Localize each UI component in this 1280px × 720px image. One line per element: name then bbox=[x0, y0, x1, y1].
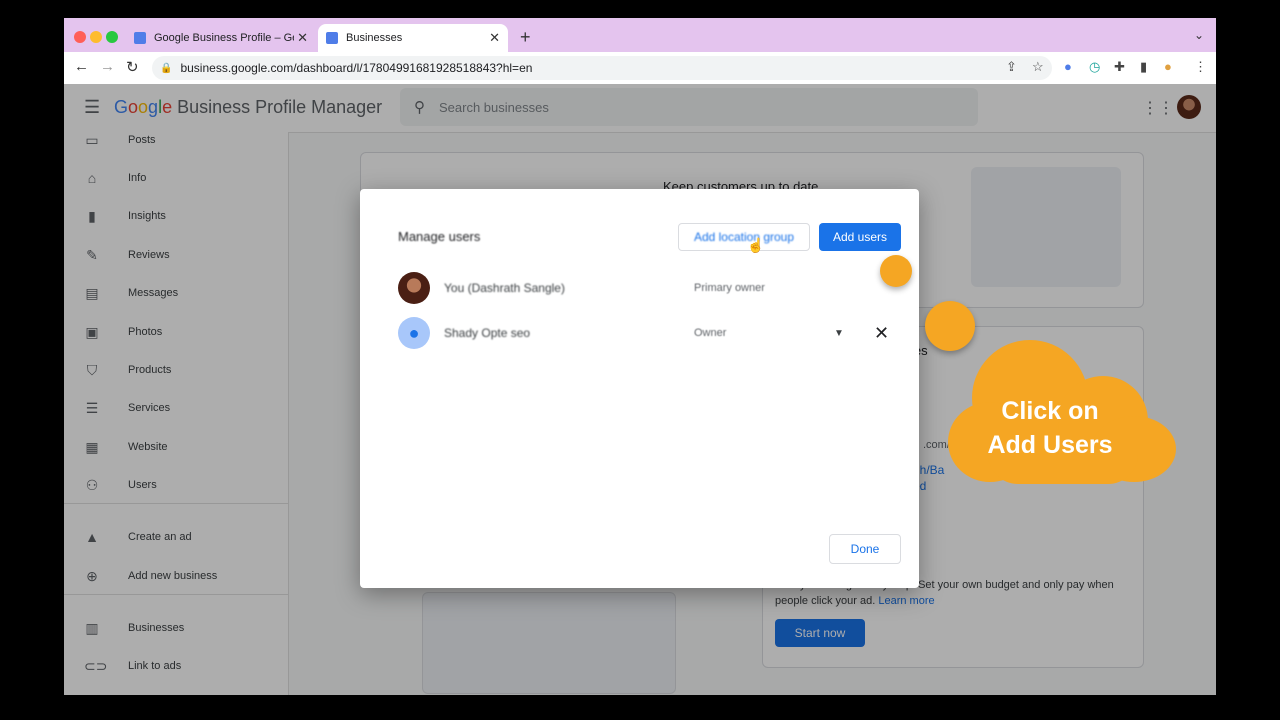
tab-title: Google Business Profile – Get l bbox=[154, 32, 294, 44]
close-tab-icon[interactable]: ✕ bbox=[489, 30, 500, 46]
manage-users-dialog: Manage users Add location group Add user… bbox=[360, 189, 919, 588]
side-panel-icon[interactable]: ▮ bbox=[1140, 59, 1147, 75]
user-name: Shady Opte seo bbox=[444, 326, 531, 340]
tab-title: Businesses bbox=[346, 32, 403, 44]
extensions-puzzle-icon[interactable]: ✚ bbox=[1114, 59, 1125, 75]
bookmark-star-icon[interactable]: ☆ bbox=[1032, 59, 1044, 75]
done-button[interactable]: Done bbox=[829, 534, 901, 564]
maximize-window-button[interactable] bbox=[106, 31, 118, 43]
user-row: You (Dashrath Sangle) Primary owner bbox=[398, 271, 888, 305]
favicon-icon bbox=[134, 32, 146, 44]
minimize-window-button[interactable] bbox=[90, 31, 102, 43]
url-field[interactable]: 🔒 business.google.com/dashboard/l/178049… bbox=[152, 56, 1052, 80]
callout-text: Click on Add Users bbox=[948, 394, 1152, 462]
callout-line: Click on bbox=[1001, 397, 1099, 425]
user-avatar: ● bbox=[398, 317, 430, 349]
remove-user-close-icon[interactable]: ✕ bbox=[874, 323, 889, 344]
user-avatar bbox=[398, 272, 430, 304]
dropdown-caret-icon[interactable]: ▼ bbox=[834, 328, 844, 339]
new-tab-button[interactable]: + bbox=[520, 27, 531, 48]
favicon-icon bbox=[326, 32, 338, 44]
share-icon[interactable]: ⇪ bbox=[1006, 59, 1017, 75]
extension-check-icon[interactable]: ● bbox=[1064, 59, 1072, 74]
user-role-select[interactable]: Owner bbox=[694, 327, 726, 339]
tab-search-chevron-icon[interactable]: ⌄ bbox=[1194, 28, 1204, 42]
lock-icon: 🔒 bbox=[160, 62, 173, 74]
user-row: ● Shady Opte seo Owner ▼ ✕ bbox=[398, 316, 889, 350]
add-users-button[interactable]: Add users bbox=[819, 223, 901, 251]
reload-icon[interactable]: ↻ bbox=[126, 58, 139, 76]
dialog-title: Manage users bbox=[398, 229, 481, 244]
extension-clock-icon[interactable]: ◷ bbox=[1089, 59, 1100, 75]
close-window-button[interactable] bbox=[74, 31, 86, 43]
profile-icon[interactable]: ● bbox=[1164, 59, 1172, 74]
callout-line: Add Users bbox=[987, 431, 1113, 459]
user-name: You (Dashrath Sangle) bbox=[444, 281, 565, 295]
hand-cursor-icon: ☝ bbox=[747, 237, 765, 253]
callout-cloud: Click on Add Users bbox=[948, 336, 1178, 486]
user-role: Primary owner bbox=[694, 282, 765, 294]
address-bar-row: ← → ↻ 🔒 business.google.com/dashboard/l/… bbox=[64, 52, 1216, 85]
forward-arrow-icon[interactable]: → bbox=[100, 58, 115, 75]
close-tab-icon[interactable]: ✕ bbox=[297, 30, 308, 46]
tab-businesses[interactable]: Businesses ✕ bbox=[318, 24, 508, 52]
url-text: business.google.com/dashboard/l/17804991… bbox=[180, 61, 533, 75]
tab-google-business-profile[interactable]: Google Business Profile – Get l ✕ bbox=[126, 24, 316, 52]
callout-dot-small bbox=[880, 255, 912, 287]
add-location-group-button[interactable]: Add location group bbox=[678, 223, 810, 251]
tab-bar: Google Business Profile – Get l ✕ Busine… bbox=[64, 18, 1216, 52]
back-arrow-icon[interactable]: ← bbox=[74, 58, 89, 75]
menu-kebab-icon[interactable]: ⋮ bbox=[1194, 59, 1207, 75]
